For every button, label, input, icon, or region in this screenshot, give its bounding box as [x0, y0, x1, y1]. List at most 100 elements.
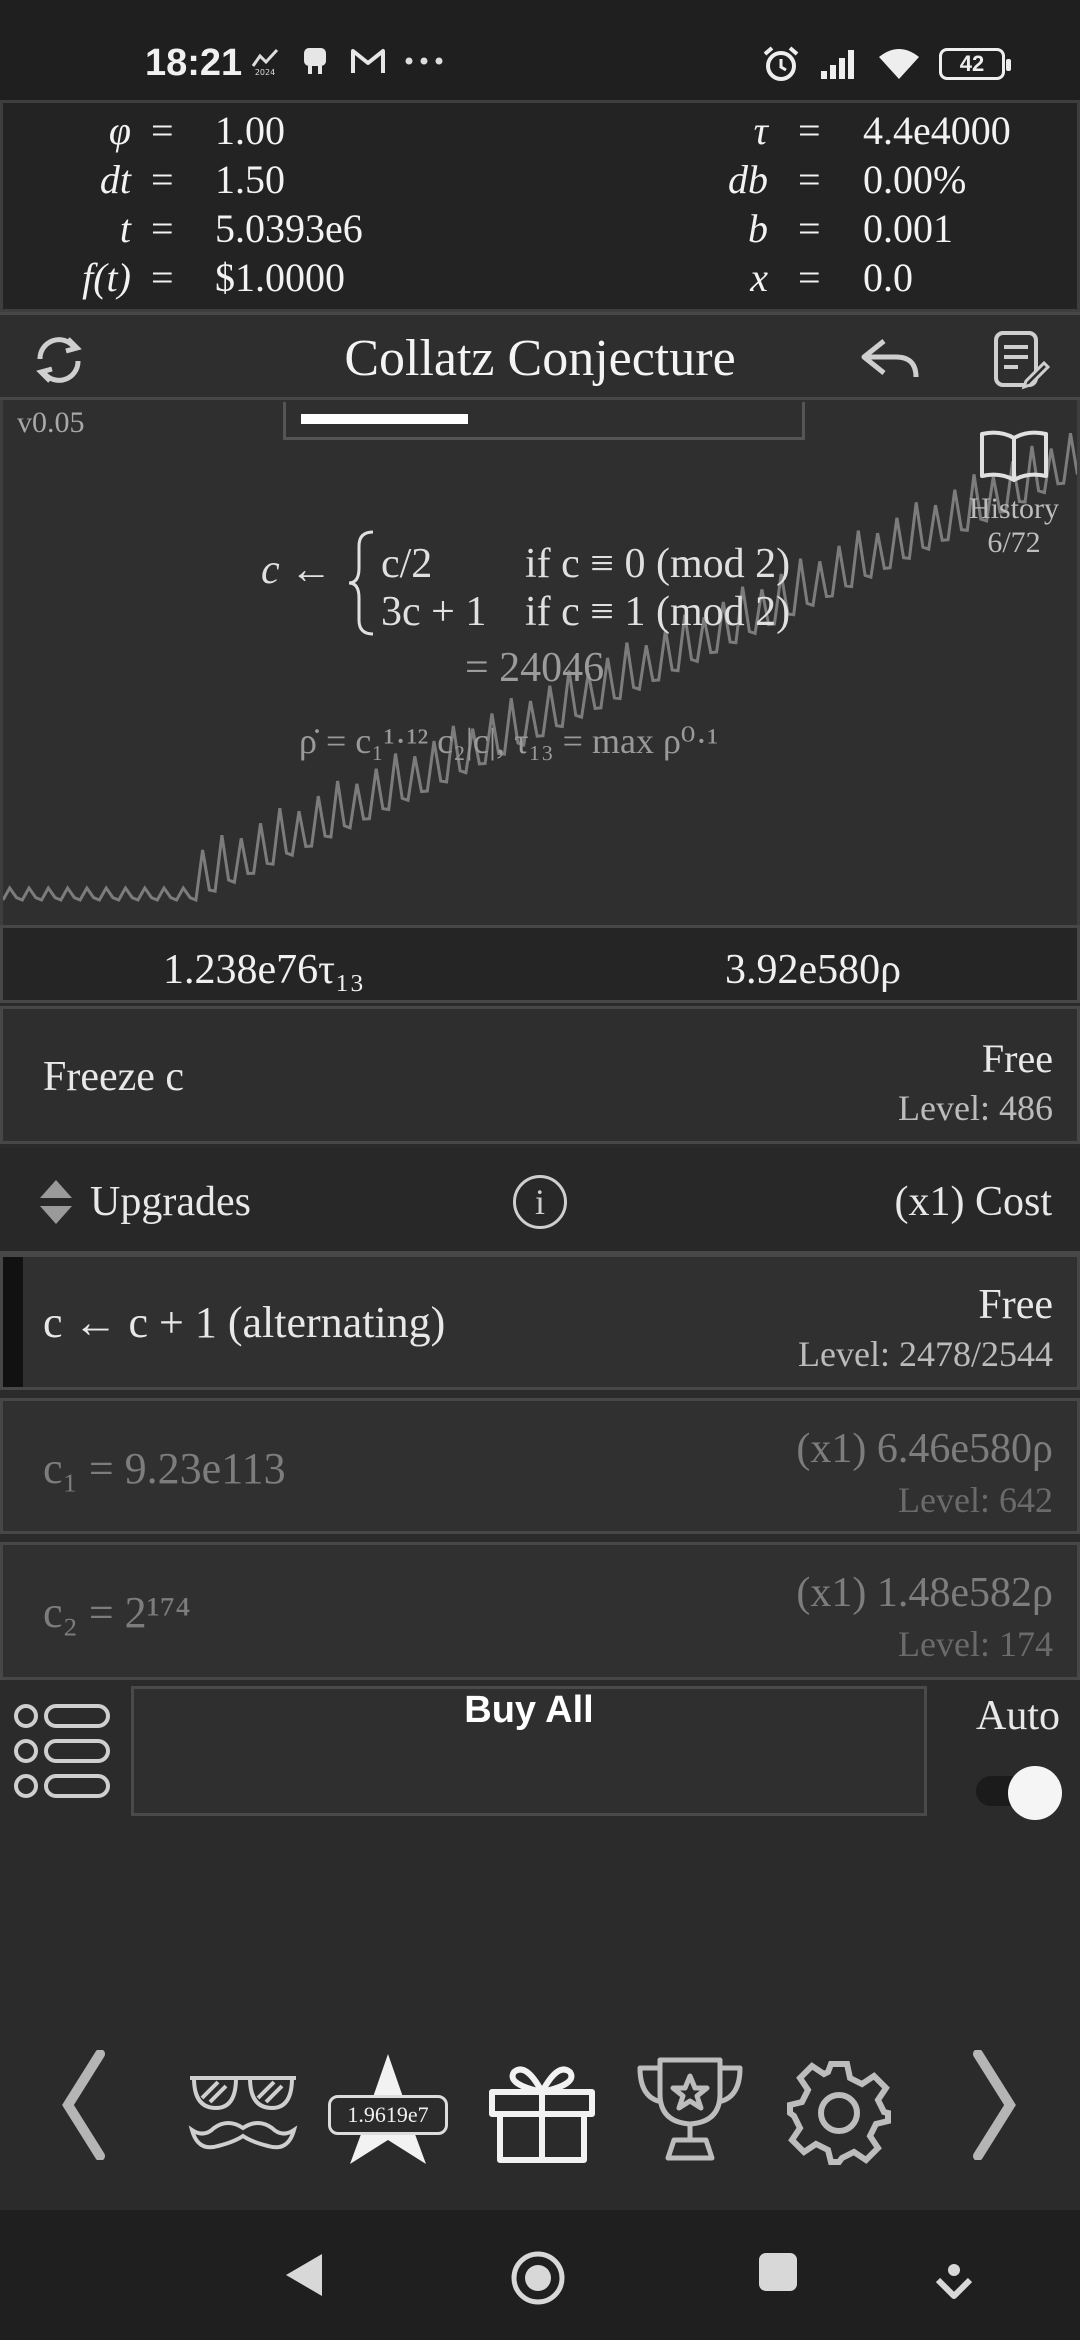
- freeze-label: Freeze c: [43, 1054, 185, 1100]
- variable-value: $1.0000: [215, 255, 345, 300]
- active-indicator: [3, 1257, 23, 1387]
- star-count-badge: 1.9619e7: [328, 2095, 448, 2135]
- variable-value: 5.0393e6: [215, 206, 363, 251]
- variable-value: 1.50: [215, 157, 285, 202]
- chevron-right-icon[interactable]: [970, 2050, 1020, 2160]
- equals-sign: =: [151, 108, 174, 153]
- variable-value: 0.001: [863, 206, 953, 251]
- sort-arrows-icon[interactable]: [38, 1178, 74, 1226]
- theory-title-bar: Collatz Conjecture: [0, 312, 1080, 400]
- publish-progress-bar: [283, 402, 805, 440]
- equals-sign: =: [798, 206, 821, 251]
- rho-formula: ρ̇ = c₁¹·¹² c₂|c|, τ₁₃ = max ρ⁰·¹: [299, 721, 719, 761]
- gift-icon[interactable]: [486, 2058, 598, 2164]
- version-label: v0.05: [17, 406, 85, 439]
- variable-value: 0.00%: [863, 157, 967, 202]
- undo-icon[interactable]: [858, 329, 922, 389]
- equals-sign: =: [798, 157, 821, 202]
- notes-edit-icon[interactable]: [990, 329, 1050, 391]
- info-icon[interactable]: i: [513, 1175, 567, 1229]
- piecewise-brace: [348, 530, 374, 636]
- wifi-icon: [879, 49, 919, 79]
- history-button[interactable]: History 6/72: [959, 428, 1069, 560]
- rho-currency: 3.92e580ρ: [725, 947, 902, 993]
- system-navigation-bar: [0, 2210, 1080, 2340]
- freeze-c-button[interactable]: Freeze c Free Level: 486: [0, 1006, 1080, 1144]
- upgrade-label: c ← c + 1 (alternating): [43, 1298, 446, 1347]
- book-icon: [980, 430, 1048, 482]
- tau-currency: 1.238e76τ₁₃: [163, 947, 365, 993]
- list-menu-icon[interactable]: [12, 1700, 114, 1802]
- notification-icons: 2024: [250, 44, 444, 78]
- auto-buy-toggle[interactable]: [976, 1766, 1062, 1820]
- case1-condition: if c ≡ 0 (mod 2): [525, 541, 791, 587]
- variable-symbol: x: [750, 255, 768, 300]
- case2-expression: 3c + 1: [381, 589, 487, 635]
- glasses-mustache-icon[interactable]: [186, 2068, 300, 2158]
- currency-bar: 1.238e76τ₁₃ 3.92e580ρ: [0, 925, 1080, 1003]
- variable-symbol: τ: [753, 108, 768, 153]
- battery-indicator: 42: [939, 48, 1011, 80]
- variable-symbol: b: [748, 206, 768, 251]
- buy-all-button[interactable]: Buy All: [131, 1686, 927, 1816]
- variable-symbol: φ: [108, 108, 131, 153]
- equals-sign: =: [151, 157, 174, 202]
- equals-sign: =: [798, 108, 821, 153]
- toggle-knob: [1008, 1766, 1062, 1820]
- freeze-price: Free: [981, 1036, 1053, 1081]
- collatz-result: = 24046: [465, 645, 605, 691]
- gmail-icon: [351, 49, 385, 73]
- upgrade-price: (x1) 6.46e580ρ: [796, 1426, 1053, 1472]
- upgrade-level: Level: 174: [898, 1624, 1053, 1664]
- upgrades-label: Upgrades: [90, 1179, 251, 1225]
- upgrades-header: Upgrades i (x1) Cost: [0, 1148, 1080, 1254]
- variable-value: 0.0: [863, 255, 913, 300]
- upgrade-label: c₂ = 2¹⁷⁴: [43, 1588, 191, 1637]
- equals-sign: =: [151, 255, 174, 300]
- upgrade-level: Level: 642: [898, 1480, 1053, 1520]
- variable-symbol: db: [728, 157, 768, 202]
- upgrade-price: Free: [978, 1282, 1053, 1328]
- case2-condition: if c ≡ 1 (mod 2): [525, 589, 791, 635]
- history-label: History: [969, 492, 1059, 525]
- upgrade-row-c1[interactable]: c₁ = 9.23e113 (x1) 6.46e580ρ Level: 642: [0, 1398, 1080, 1534]
- variable-symbol: t: [119, 206, 131, 251]
- home-icon[interactable]: [510, 2250, 566, 2306]
- more-notifications-icon: [405, 57, 443, 65]
- upgrade-row-c2[interactable]: c₂ = 2¹⁷⁴ (x1) 1.48e582ρ Level: 174: [0, 1542, 1080, 1680]
- keyboard-hide-icon[interactable]: [934, 2262, 974, 2302]
- variable-value: 1.00: [215, 108, 285, 153]
- upgrade-price: (x1) 1.48e582ρ: [796, 1570, 1053, 1616]
- variable-symbol: f(t): [82, 255, 131, 300]
- chart-notification-icon: 2024: [251, 48, 279, 76]
- equals-sign: =: [798, 255, 821, 300]
- back-icon[interactable]: [282, 2250, 326, 2300]
- auto-label: Auto: [976, 1693, 1060, 1739]
- history-count: 6/72: [987, 526, 1041, 559]
- case1-expression: c/2: [381, 541, 433, 587]
- variables-panel: φ = 1.00 dt = 1.50 t = 5.0393e6 f(t) = $…: [0, 100, 1080, 312]
- gear-icon[interactable]: [784, 2058, 894, 2168]
- svg-text:2024: 2024: [255, 68, 275, 76]
- upgrade-label: c₁ = 9.23e113: [43, 1444, 286, 1493]
- buy-area: Buy All Auto 1.9619e7: [0, 1680, 1080, 2215]
- trophy-icon[interactable]: [634, 2054, 746, 2164]
- buy-multiplier-cost[interactable]: (x1) Cost: [895, 1178, 1053, 1226]
- upgrade-row-c-increment[interactable]: c ← c + 1 (alternating) Free Level: 2478…: [0, 1254, 1080, 1390]
- status-bar: 18:21 2024 42: [0, 0, 1080, 100]
- upgrade-level: Level: 2478/2544: [798, 1334, 1053, 1374]
- formula-lhs: c ←: [261, 547, 333, 593]
- bottom-navigation: [0, 2050, 1080, 2190]
- alarm-icon: [763, 46, 799, 81]
- status-time: 18:21: [145, 42, 243, 84]
- freeze-level: Level: 486: [898, 1088, 1053, 1128]
- system-status-icons: 42: [761, 44, 1011, 84]
- recent-apps-icon[interactable]: [756, 2250, 800, 2294]
- signal-icon: [821, 50, 854, 79]
- chevron-left-icon[interactable]: [58, 2050, 108, 2160]
- variable-symbol: dt: [99, 157, 131, 202]
- figure-notification-icon: [304, 48, 326, 74]
- progress-fill: [301, 414, 468, 424]
- theory-graph: v0.05 History 6/72 c ← c/2 if c ≡ 0 (mod…: [0, 400, 1080, 925]
- variable-value: 4.4e4000: [863, 108, 1011, 153]
